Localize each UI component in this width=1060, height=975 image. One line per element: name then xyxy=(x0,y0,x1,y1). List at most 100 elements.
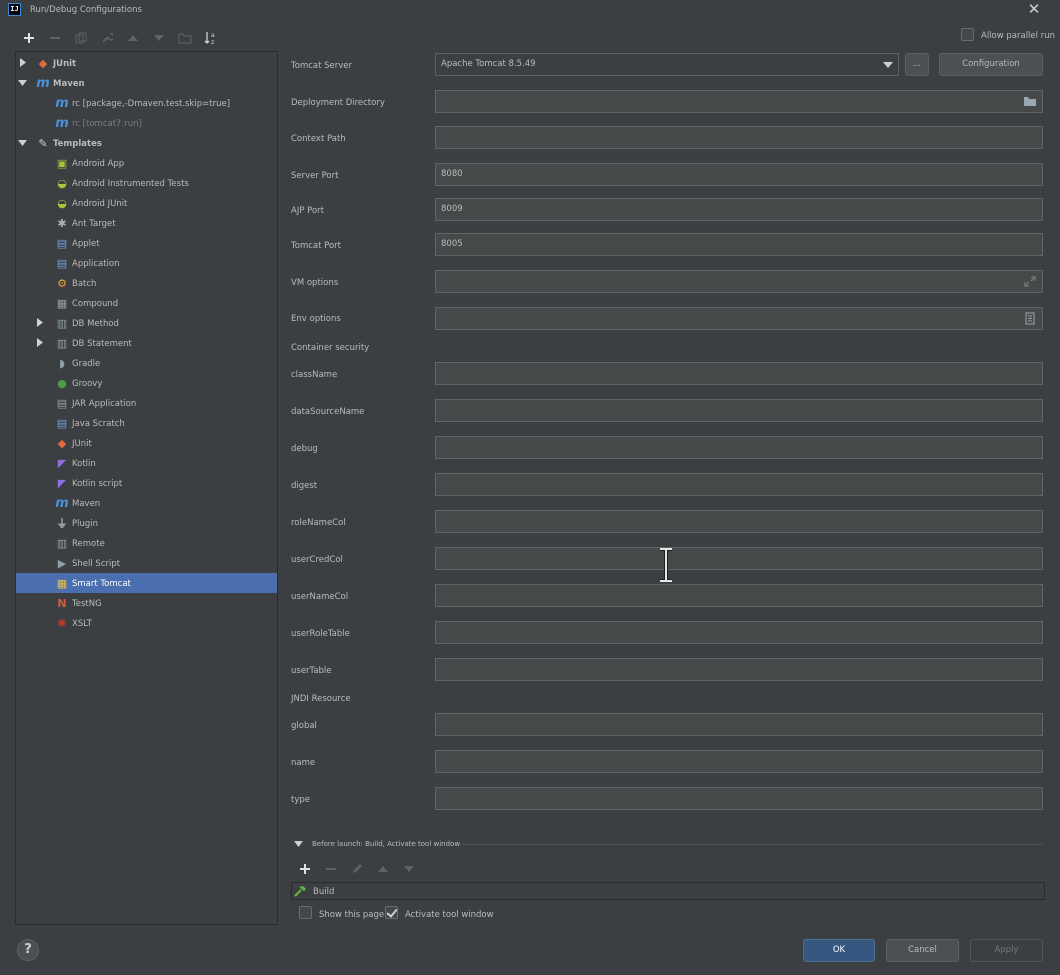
server-port-input[interactable]: 8080 xyxy=(435,163,1043,186)
move-up-button[interactable] xyxy=(120,28,146,48)
context-path-input[interactable] xyxy=(435,126,1043,149)
expand-icon[interactable] xyxy=(1023,275,1037,288)
name-input[interactable] xyxy=(435,750,1043,773)
edit-defaults-button[interactable] xyxy=(94,28,120,48)
browse-tomcat-button[interactable]: ... xyxy=(905,53,929,76)
list-item[interactable]: Build xyxy=(292,883,412,899)
add-task-button[interactable] xyxy=(292,859,318,879)
chevron-right-icon[interactable] xyxy=(18,58,28,68)
tree-item[interactable]: ▤ Applet xyxy=(16,233,277,253)
tree-item[interactable]: m Maven xyxy=(16,73,277,93)
env-options-input[interactable] xyxy=(435,307,1043,330)
configuration-button[interactable]: Configuration xyxy=(939,53,1043,76)
remove-task-button[interactable] xyxy=(318,859,344,879)
tree-item[interactable]: ▣ Android App xyxy=(16,153,277,173)
configuration-tree: ◆ JUnit m Maven m rc [package,-Dmaven.test.sk… xyxy=(15,51,278,925)
tree-item[interactable]: ✺ XSLT xyxy=(16,613,277,633)
collapse-triangle-icon[interactable] xyxy=(294,840,303,848)
folder-icon[interactable] xyxy=(1023,95,1037,108)
rolenamecol-input[interactable] xyxy=(435,510,1043,533)
usertable-label: userTable xyxy=(291,666,332,676)
move-task-down-button[interactable] xyxy=(396,859,422,879)
vm-options-input[interactable] xyxy=(435,270,1043,293)
android-icon: ◒ xyxy=(57,196,67,210)
before-launch-task-list: Build xyxy=(291,882,1045,900)
tree-item[interactable]: m Maven xyxy=(16,493,277,513)
deployment-directory-input[interactable] xyxy=(435,90,1043,113)
classname-input[interactable] xyxy=(435,362,1043,385)
tree-item-label: Java Scratch xyxy=(72,419,125,429)
sort-configurations-button[interactable]: az xyxy=(198,28,224,48)
groovy-icon: ● xyxy=(57,376,67,390)
add-configuration-button[interactable] xyxy=(16,28,42,48)
tree-item[interactable]: ◗ Gradle xyxy=(16,353,277,373)
tree-item[interactable]: ▶ Shell Script xyxy=(16,553,277,573)
debug-input[interactable] xyxy=(435,436,1043,459)
tree-item[interactable]: ⚙ Batch xyxy=(16,273,277,293)
chevron-right-icon[interactable] xyxy=(35,318,45,328)
tree-item[interactable]: ◒ Android JUnit xyxy=(16,193,277,213)
edit-task-button[interactable] xyxy=(344,859,370,879)
move-down-button[interactable] xyxy=(146,28,172,48)
userroletable-input[interactable] xyxy=(435,621,1043,644)
usernamecol-input[interactable] xyxy=(435,584,1043,607)
chevron-down-icon[interactable] xyxy=(18,78,28,88)
tree-item[interactable]: ▥ DB Method xyxy=(16,313,277,333)
usertable-input[interactable] xyxy=(435,658,1043,681)
tree-item[interactable]: ◤ Kotlin script xyxy=(16,473,277,493)
tree-item[interactable]: ▤ Java Scratch xyxy=(16,413,277,433)
tree-item[interactable]: ● Groovy xyxy=(16,373,277,393)
tree-item[interactable]: ▥ DB Statement xyxy=(16,333,277,353)
document-icon[interactable] xyxy=(1023,312,1037,325)
move-to-folder-button[interactable] xyxy=(172,28,198,48)
apply-button[interactable]: Apply xyxy=(970,939,1043,962)
java-scratch-icon: ▤ xyxy=(56,416,68,430)
usercredcol-input[interactable] xyxy=(435,547,1043,570)
tree-item[interactable]: ◤ Kotlin xyxy=(16,453,277,473)
chevron-down-icon[interactable] xyxy=(18,138,28,148)
chevron-right-icon[interactable] xyxy=(35,338,45,348)
close-window-button[interactable]: ✕ xyxy=(1024,0,1044,18)
digest-input[interactable] xyxy=(435,473,1043,496)
help-button[interactable]: ? xyxy=(17,939,39,961)
show-this-page-checkbox[interactable] xyxy=(299,906,312,919)
tree-item[interactable]: ▤ JAR Application xyxy=(16,393,277,413)
tree-item-label: Plugin xyxy=(72,519,99,529)
type-input[interactable] xyxy=(435,787,1043,810)
usernamecol-label: userNameCol xyxy=(291,592,349,602)
tree-item[interactable]: m rc [tomcat7:run] xyxy=(16,113,277,133)
junit-icon: ◆ xyxy=(38,56,48,70)
arrow-up-icon xyxy=(378,866,388,872)
window-title: Run/Debug Configurations xyxy=(30,5,142,15)
copy-configuration-button[interactable] xyxy=(68,28,94,48)
cancel-button[interactable]: Cancel xyxy=(886,939,959,962)
tree-item[interactable]: ◆ JUnit xyxy=(16,433,277,453)
datasourcename-input[interactable] xyxy=(435,399,1043,422)
ok-button[interactable]: OK xyxy=(803,939,875,962)
kotlin-icon: ◤ xyxy=(57,456,67,470)
before-launch-header[interactable]: Before launch: Build, Activate tool wind… xyxy=(312,840,460,848)
task-label: Build xyxy=(313,887,335,897)
tree-item[interactable]: ▦ Smart Tomcat xyxy=(16,573,277,593)
global-input[interactable] xyxy=(435,713,1043,736)
ajp-port-input[interactable]: 8009 xyxy=(435,198,1043,221)
batch-icon: ⚙ xyxy=(57,276,67,290)
allow-parallel-run-checkbox[interactable] xyxy=(961,28,974,41)
tree-item[interactable]: ◆ JUnit xyxy=(16,53,277,73)
tree-item[interactable]: m rc [package,-Dmaven.test.skip=true] xyxy=(16,93,277,113)
activate-tool-window-checkbox[interactable] xyxy=(385,906,398,919)
tree-item[interactable]: ▥ Remote xyxy=(16,533,277,553)
tree-item-label: Kotlin xyxy=(72,459,96,469)
tree-item[interactable]: ✎ Templates xyxy=(16,133,277,153)
plus-icon xyxy=(300,864,310,874)
move-task-up-button[interactable] xyxy=(370,859,396,879)
tree-item[interactable]: ▤ Application xyxy=(16,253,277,273)
tree-item[interactable]: ⏚ Plugin xyxy=(16,513,277,533)
tomcat-port-input[interactable]: 8005 xyxy=(435,233,1043,256)
tree-item[interactable]: ✱ Ant Target xyxy=(16,213,277,233)
tomcat-server-select[interactable]: Apache Tomcat 8.5.49 xyxy=(435,53,899,76)
tree-item[interactable]: ▦ Compound xyxy=(16,293,277,313)
remove-configuration-button[interactable] xyxy=(42,28,68,48)
tree-item[interactable]: N TestNG xyxy=(16,593,277,613)
tree-item[interactable]: ◒ Android Instrumented Tests xyxy=(16,173,277,193)
